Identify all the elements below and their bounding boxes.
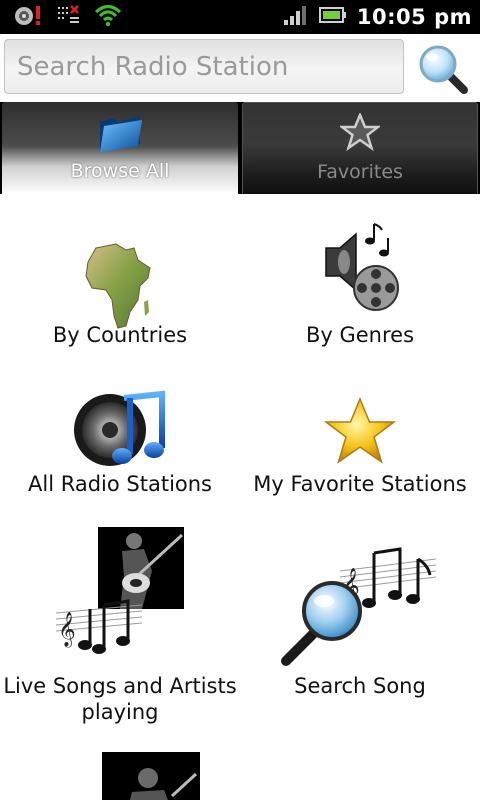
data-disabled-icon [56, 4, 82, 30]
grid-item-my-favorite-stations[interactable]: My Favorite Stations [240, 380, 480, 510]
battery-icon [318, 5, 347, 29]
status-bar: 10:05 pm [0, 0, 480, 34]
magnifier-icon [280, 575, 368, 671]
search-input[interactable]: Search Radio Station [4, 39, 404, 94]
search-bar: Search Radio Station [0, 34, 480, 102]
grid-item-label: By Genres [305, 323, 415, 347]
speaker-music-note-icon [72, 390, 168, 474]
grid-item-label-line2: playing [81, 700, 159, 724]
grid-item-by-genres[interactable]: By Genres [240, 210, 480, 360]
svg-text:𝄞: 𝄞 [58, 612, 76, 648]
tab-favorites[interactable]: Favorites [242, 102, 478, 194]
notification-alert-icon [14, 4, 44, 30]
grid-item-live-songs-and-artists[interactable]: 𝄞 Live Songs and Artists playing [0, 525, 240, 730]
wifi-icon [94, 3, 122, 31]
grid-item-label: My Favorite Stations [253, 472, 467, 496]
folder-icon [96, 112, 144, 158]
grid-item-label: Search Song [294, 674, 426, 698]
grid-item-by-countries[interactable]: By Countries [0, 210, 240, 360]
status-time: 10:05 pm [356, 5, 472, 29]
tab-favorites-label: Favorites [317, 161, 403, 183]
guitarist-silhouette-icon [102, 752, 200, 804]
signal-icon [283, 4, 309, 30]
grid-item-all-radio-stations[interactable]: All Radio Stations [0, 380, 240, 510]
music-notes-icon: 𝄞 [55, 599, 143, 665]
gold-star-icon [322, 396, 398, 472]
search-button[interactable] [416, 42, 472, 96]
magnifier-icon [419, 45, 468, 94]
grid-item-label: Live Songs and Artists [3, 674, 237, 698]
star-icon [338, 111, 382, 155]
tab-browse-all[interactable]: Browse All [2, 102, 238, 194]
speaker-film-reel-icon [322, 220, 402, 324]
grid-item-label: By Countries [52, 323, 188, 347]
grid-item-partial[interactable] [0, 745, 240, 800]
grid-item-search-song[interactable]: 𝄞 Search Song [240, 525, 480, 730]
tab-bar: Browse All Favorites [0, 102, 480, 194]
grid-item-label: All Radio Stations [28, 472, 212, 496]
tab-browse-all-label: Browse All [70, 160, 170, 182]
